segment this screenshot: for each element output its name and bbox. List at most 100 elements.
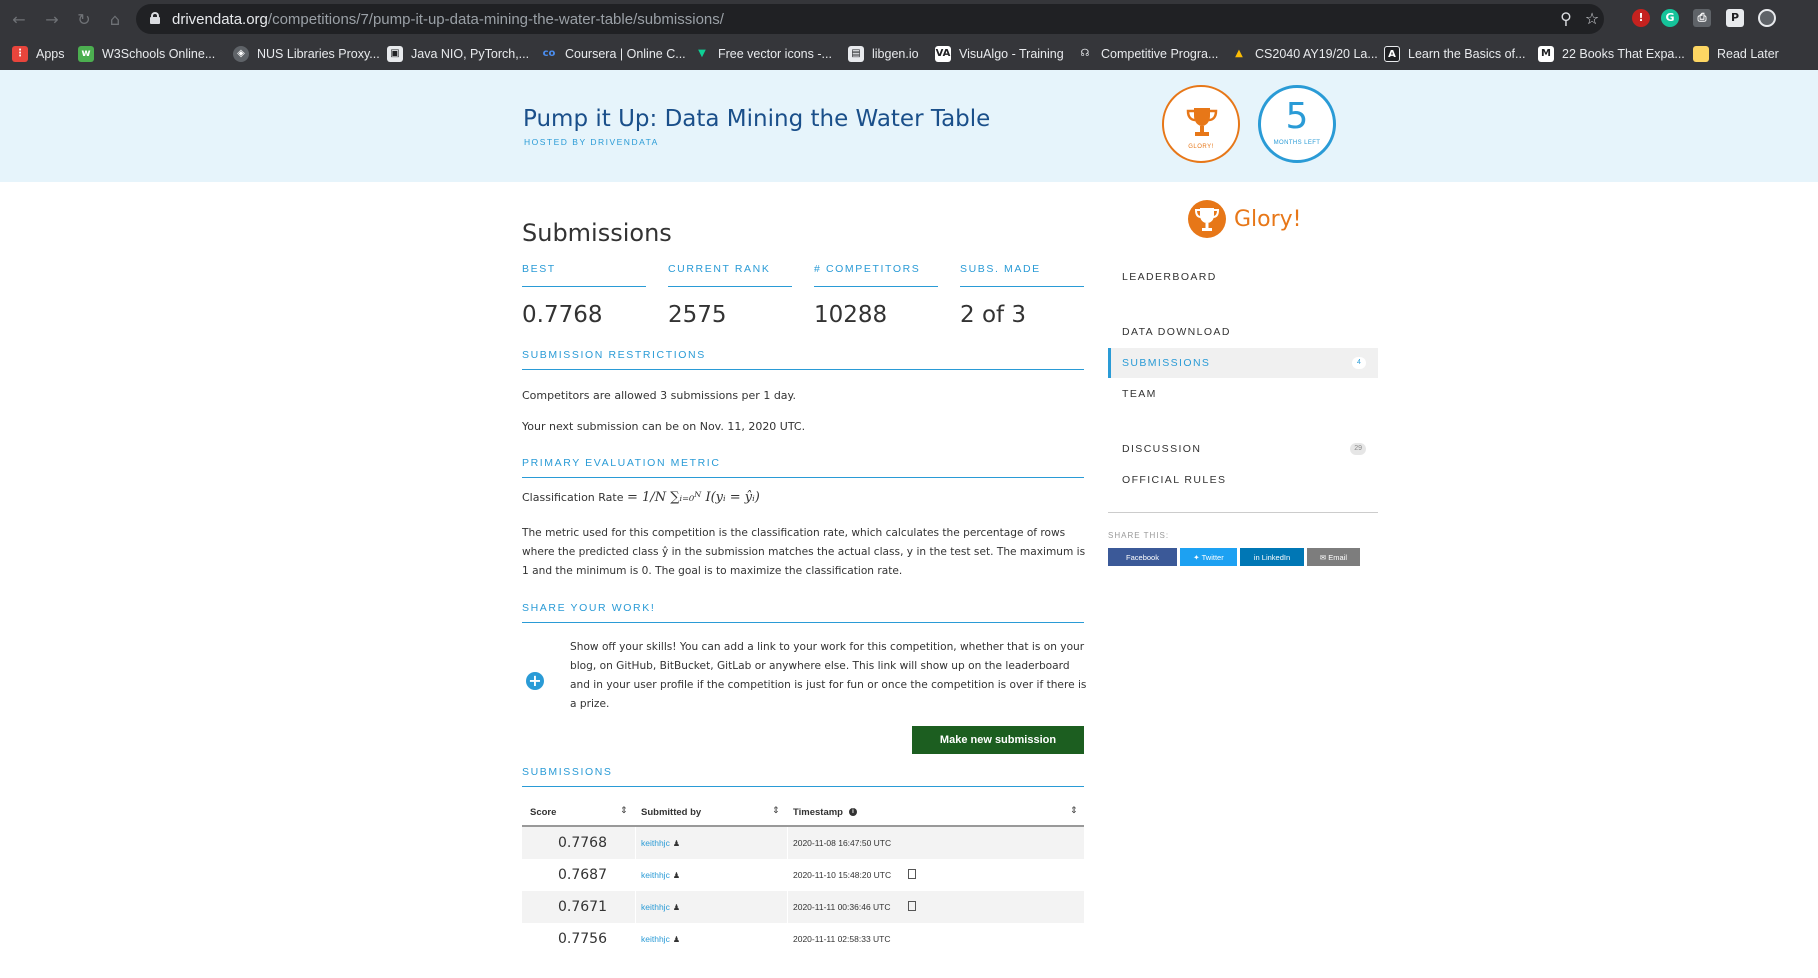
book-icon: ▤ bbox=[848, 46, 864, 62]
share-facebook-button[interactable]: Facebook bbox=[1108, 548, 1177, 566]
bookmark-cs2040[interactable]: ▲ CS2040 AY19/20 La... bbox=[1231, 44, 1378, 64]
bookmark-label: W3Schools Online... bbox=[102, 47, 216, 61]
flaticon-icon: ▼ bbox=[698, 48, 706, 59]
restriction-line-1: Competitors are allowed 3 submissions pe… bbox=[522, 389, 796, 402]
row-user-name[interactable]: keithhjc bbox=[641, 902, 670, 912]
row-timestamp: 2020-11-11 00:36:46 UTC bbox=[793, 902, 891, 912]
forward-arrow-icon[interactable]: → bbox=[41, 9, 63, 31]
share-this-label: SHARE THIS: bbox=[1108, 531, 1170, 540]
globe-icon: ◈ bbox=[233, 46, 249, 62]
metric-heading: PRIMARY EVALUATION METRIC bbox=[522, 457, 1084, 478]
bookmark-22-books[interactable]: M 22 Books That Expa... bbox=[1538, 44, 1685, 64]
profile-avatar-icon[interactable] bbox=[1758, 9, 1776, 27]
nav-official-rules[interactable]: OFFICIAL RULES bbox=[1108, 465, 1378, 495]
back-arrow-icon[interactable]: ← bbox=[8, 9, 30, 31]
nav-data-download[interactable]: DATA DOWNLOAD bbox=[1108, 317, 1378, 347]
nav-leaderboard[interactable]: LEADERBOARD bbox=[1108, 262, 1378, 292]
share-linkedin-button[interactable]: in LinkedIn bbox=[1240, 548, 1304, 566]
nav-label: OFFICIAL RULES bbox=[1122, 474, 1227, 486]
metric-formula: Classification Rate = 1/N ∑ᵢ₌₀ᴺ I(yᵢ = ŷ… bbox=[522, 490, 760, 505]
bookmark-flaticon[interactable]: ▼ Free vector icons -... bbox=[694, 44, 832, 64]
nav-label: DISCUSSION bbox=[1122, 443, 1202, 455]
nav-discussion[interactable]: DISCUSSION 29 bbox=[1108, 434, 1378, 464]
url-host: drivendata.org bbox=[172, 11, 268, 28]
bookmark-java-nio[interactable]: ▣ Java NIO, PyTorch,... bbox=[387, 44, 529, 64]
nav-label: LEADERBOARD bbox=[1122, 271, 1217, 283]
prize-badge-label: GLORY! bbox=[1188, 144, 1214, 150]
prize-text: Glory! bbox=[1234, 206, 1302, 232]
address-bar-row: ← → ↻ ⌂ drivendata.org/competitions/7/pu… bbox=[0, 0, 1818, 38]
stat-value: 0.7768 bbox=[522, 302, 603, 328]
bookmark-label: Coursera | Online C... bbox=[565, 47, 686, 61]
home-icon[interactable]: ⌂ bbox=[104, 9, 126, 31]
bookmark-label: libgen.io bbox=[872, 47, 919, 61]
column-header-score[interactable]: Score bbox=[530, 807, 556, 818]
hosted-by[interactable]: HOSTED BY DRIVENDATA bbox=[524, 137, 659, 147]
nav-team[interactable]: TEAM bbox=[1108, 379, 1378, 409]
share-work-text: Show off your skills! You can add a link… bbox=[570, 641, 1087, 710]
bookmark-coursera[interactable]: co Coursera | Online C... bbox=[541, 44, 686, 64]
share-email-button[interactable]: ✉ Email bbox=[1307, 548, 1360, 566]
table-header: Score ⇕ Submitted by ⇕ Timestamp i ⇕ bbox=[522, 801, 1084, 827]
column-header-timestamp[interactable]: Timestamp i bbox=[793, 807, 857, 818]
column-header-timestamp-label: Timestamp bbox=[793, 807, 843, 818]
document-icon[interactable] bbox=[908, 869, 916, 879]
sort-icon[interactable]: ⇕ bbox=[1070, 806, 1078, 816]
formula-label: Classification Rate bbox=[522, 491, 624, 504]
table-row: 0.7756 keithhjc ♟ 2020-11-11 02:58:33 UTC bbox=[522, 923, 1084, 955]
row-score: 0.7756 bbox=[558, 931, 607, 947]
bookmark-label: Java NIO, PyTorch,... bbox=[411, 47, 530, 61]
row-user-name[interactable]: keithhjc bbox=[641, 838, 670, 848]
trophy-icon bbox=[1186, 108, 1218, 136]
share-work-heading: SHARE YOUR WORK! bbox=[522, 602, 1084, 623]
bookmark-libgen[interactable]: ▤ libgen.io bbox=[848, 44, 919, 64]
bookmark-learn-basics[interactable]: A Learn the Basics of... bbox=[1384, 44, 1525, 64]
row-user-link[interactable]: keithhjc ♟ bbox=[641, 902, 680, 912]
reload-icon[interactable]: ↻ bbox=[73, 9, 95, 31]
extension-grammarly-icon[interactable]: G bbox=[1661, 9, 1679, 27]
share-twitter-button[interactable]: ✦ Twitter bbox=[1180, 548, 1237, 566]
url-text: drivendata.org/competitions/7/pump-it-up… bbox=[172, 11, 724, 28]
row-user-link[interactable]: keithhjc ♟ bbox=[641, 838, 680, 848]
column-header-submitted-by[interactable]: Submitted by bbox=[641, 807, 701, 818]
email-icon: ✉ bbox=[1319, 552, 1329, 562]
star-icon[interactable]: ☆ bbox=[1582, 9, 1602, 29]
metric-description: The metric used for this competition is … bbox=[522, 527, 1086, 577]
count-badge: 29 bbox=[1350, 443, 1366, 455]
nav-submissions[interactable]: SUBMISSIONS 4 bbox=[1108, 348, 1378, 378]
lock-icon bbox=[150, 12, 160, 24]
add-link-plus-icon[interactable]: + bbox=[526, 672, 544, 690]
row-user-name[interactable]: keithhjc bbox=[641, 934, 670, 944]
stat-value: 2 of 3 bbox=[960, 302, 1027, 328]
url-bar[interactable]: drivendata.org/competitions/7/pump-it-up… bbox=[136, 4, 1604, 34]
bookmark-visualgo[interactable]: VA VisuAlgo - Training bbox=[935, 44, 1064, 64]
stat-label: # COMPETITORS bbox=[814, 263, 938, 287]
competition-title[interactable]: Pump it Up: Data Mining the Water Table bbox=[523, 106, 990, 132]
bookmark-read-later[interactable]: Read Later bbox=[1693, 44, 1779, 64]
user-icon: ♟ bbox=[672, 903, 680, 912]
extension-adblock-icon[interactable]: ! bbox=[1632, 9, 1650, 27]
stat-value: 2575 bbox=[668, 302, 727, 328]
bookmark-nus-libraries[interactable]: ◈ NUS Libraries Proxy... bbox=[233, 44, 380, 64]
extension-p-icon[interactable]: P bbox=[1726, 9, 1744, 27]
zoom-icon[interactable]: ⚲ bbox=[1556, 9, 1576, 29]
stat-subs-made: SUBS. MADE 2 of 3 bbox=[960, 263, 1084, 328]
sort-icon[interactable]: ⇕ bbox=[772, 806, 780, 816]
bookmark-apps[interactable]: ⋮ Apps bbox=[12, 44, 65, 64]
sort-icon[interactable]: ⇕ bbox=[620, 806, 628, 816]
info-icon[interactable]: i bbox=[848, 808, 857, 817]
make-new-submission-button[interactable]: Make new submission bbox=[912, 726, 1084, 754]
bookmark-competitive-programming[interactable]: ☊ Competitive Progra... bbox=[1077, 44, 1219, 64]
stat-label: BEST bbox=[522, 263, 646, 287]
user-icon: ♟ bbox=[672, 935, 680, 944]
bookmark-w3schools[interactable]: w W3Schools Online... bbox=[78, 44, 215, 64]
document-icon[interactable] bbox=[908, 901, 916, 911]
row-user-link[interactable]: keithhjc ♟ bbox=[641, 934, 680, 944]
url-path: /competitions/7/pump-it-up-data-mining-t… bbox=[267, 11, 724, 28]
row-user-link[interactable]: keithhjc ♟ bbox=[641, 870, 680, 880]
w3schools-icon: w bbox=[78, 46, 94, 62]
row-timestamp: 2020-11-10 15:48:20 UTC bbox=[793, 870, 892, 880]
row-user-name[interactable]: keithhjc bbox=[641, 870, 670, 880]
extension-print-icon[interactable]: ⎙ bbox=[1693, 9, 1711, 27]
share-email-label: Email bbox=[1328, 552, 1348, 562]
